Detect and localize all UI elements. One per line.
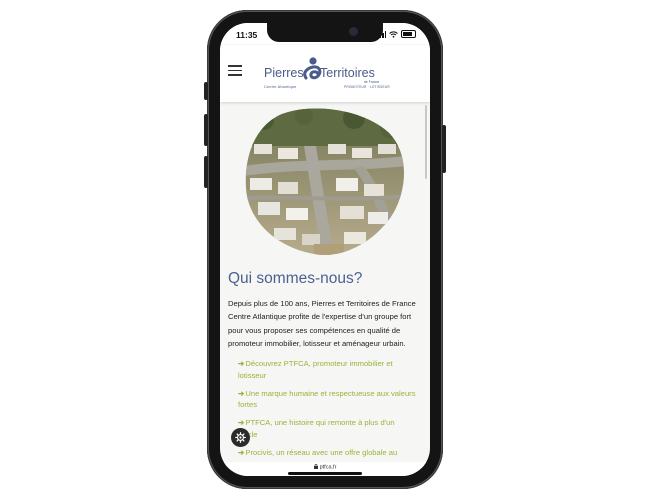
cookie-settings-button[interactable] bbox=[231, 428, 250, 447]
page-scrollbar[interactable] bbox=[425, 105, 427, 179]
link-procivis[interactable]: Procivis, un réseau avec une offre globa… bbox=[245, 448, 397, 457]
list-item[interactable]: ➔Procivis, un réseau avec une offre glob… bbox=[238, 447, 416, 459]
page-content: Qui sommes-nous? Depuis plus de 100 ans,… bbox=[220, 102, 430, 462]
list-item[interactable]: ➔Une marque humaine et respectueuse aux … bbox=[238, 388, 416, 411]
logo-word-left: Pierres bbox=[264, 66, 304, 80]
arrow-right-icon: ➔ bbox=[238, 359, 245, 368]
home-indicator[interactable] bbox=[288, 472, 362, 475]
phone-frame: 11:35 Pierres Territoires de France Cent… bbox=[204, 10, 446, 489]
status-time: 11:35 bbox=[236, 30, 258, 40]
url-display[interactable]: ptfca.fr bbox=[220, 463, 430, 471]
notch bbox=[267, 23, 383, 42]
intro-paragraph: Depuis plus de 100 ans, Pierres et Terri… bbox=[228, 298, 416, 349]
link-human-brand[interactable]: Une marque humaine et respectueuse aux v… bbox=[238, 389, 416, 410]
link-history[interactable]: PTFCA, une histoire qui remonte à plus d… bbox=[238, 418, 395, 439]
logo-word-right: Territoires bbox=[320, 66, 375, 80]
battery-icon bbox=[401, 30, 416, 38]
lock-icon bbox=[313, 463, 318, 469]
phone-screen: 11:35 Pierres Territoires de France Cent… bbox=[220, 23, 430, 476]
list-item[interactable]: ➔PTFCA, une histoire qui remonte à plus … bbox=[238, 417, 416, 440]
gear-icon bbox=[235, 432, 246, 443]
url-text: ptfca.fr bbox=[319, 464, 337, 471]
arrow-right-icon: ➔ bbox=[238, 388, 245, 398]
power-button bbox=[442, 125, 446, 173]
page-title: Qui sommes-nous? bbox=[228, 270, 363, 288]
logo-sub-tagline: PROMOTEUR · LOTISSEUR bbox=[344, 85, 390, 89]
front-camera bbox=[349, 27, 358, 36]
link-list: ➔Découvrez PTFCA, promoteur immobilier e… bbox=[238, 358, 416, 462]
arrow-right-icon: ➔ bbox=[238, 447, 245, 457]
site-header: Pierres Territoires de France Centre Atl… bbox=[220, 45, 430, 102]
site-logo[interactable]: Pierres Territoires de France Centre Atl… bbox=[260, 52, 390, 96]
volume-up-button bbox=[204, 114, 208, 146]
link-discover-ptfca[interactable]: Découvrez PTFCA, promoteur immobilier et… bbox=[238, 359, 393, 380]
mute-switch bbox=[204, 82, 208, 100]
volume-down-button bbox=[204, 156, 208, 188]
list-item[interactable]: ➔Découvrez PTFCA, promoteur immobilier e… bbox=[238, 358, 416, 381]
wifi-icon bbox=[389, 30, 398, 38]
logo-sub-france: de France bbox=[364, 80, 380, 84]
aerial-housing-photo bbox=[245, 108, 404, 255]
hamburger-icon[interactable] bbox=[228, 65, 242, 76]
logo-sub-region: Centre Atlantique bbox=[264, 85, 297, 89]
arrow-right-icon: ➔ bbox=[238, 418, 245, 427]
